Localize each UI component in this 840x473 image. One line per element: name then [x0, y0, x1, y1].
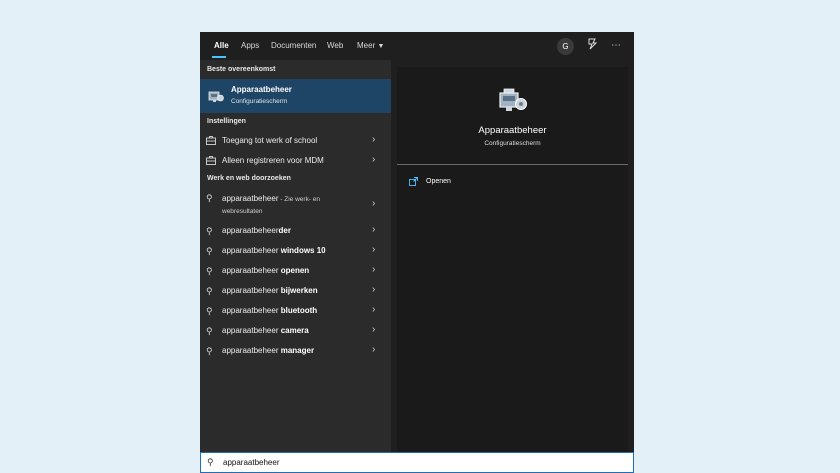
web-suggestion-label: apparaatbeheer openen [222, 266, 309, 275]
chevron-right-icon[interactable]: › [372, 225, 380, 235]
web-suggestion-label: apparaatbeheer bijwerken [222, 286, 318, 295]
suggestion-prefix: apparaatbeheer [222, 306, 281, 315]
results-list: Beste overeenkomst Apparaatbeheer Config… [200, 60, 391, 452]
active-tab-indicator [212, 56, 226, 58]
device-manager-icon [498, 87, 528, 118]
web-suggestion-item[interactable]: ⚲ apparaatbeheer bijwerken › [200, 281, 391, 301]
briefcase-icon [206, 156, 216, 166]
search-icon: ⚲ [206, 306, 213, 316]
web-suggestion-item[interactable]: ⚲ apparaatbeheer - Zie werk- en webresul… [200, 188, 391, 220]
settings-item-label: Alleen registreren voor MDM [222, 156, 324, 165]
suggestion-prefix: apparaatbeheer [222, 194, 279, 203]
web-suggestion-label: apparaatbeheer camera [222, 326, 309, 335]
chevron-right-icon[interactable]: › [372, 245, 380, 255]
tab-web[interactable]: Web [327, 41, 343, 50]
search-icon: ⚲ [206, 226, 213, 236]
suggestion-prefix: apparaatbeheer [222, 246, 281, 255]
user-avatar[interactable]: G [557, 38, 574, 55]
preview-divider [397, 164, 628, 165]
suggestion-prefix: apparaatbeheer [222, 226, 279, 235]
briefcase-icon [206, 136, 216, 146]
search-input[interactable] [223, 455, 623, 469]
web-suggestion-label: apparaatbeheer - Zie werk- en webresulta… [222, 193, 347, 217]
preview-pane: Apparaatbeheer Configuratiescherm Openen [397, 67, 628, 452]
chevron-down-icon: ▼ [377, 43, 385, 50]
suggestion-completion: camera [280, 326, 309, 335]
search-icon: ⚲ [207, 457, 214, 467]
web-suggestion-label: apparaatbeheer windows 10 [222, 246, 326, 255]
search-box[interactable]: ⚲ [200, 452, 634, 473]
web-suggestion-label: apparaatbeheerder [222, 226, 291, 235]
preview-title: Apparaatbeheer [478, 125, 547, 136]
settings-item-mdm[interactable]: Alleen registreren voor MDM › [200, 151, 391, 171]
settings-item-work-access[interactable]: Toegang tot werk of school › [200, 131, 391, 151]
search-icon: ⚲ [206, 246, 213, 256]
tab-all[interactable]: Alle [214, 41, 229, 50]
start-search-panel: Alle Apps Documenten Web Meer ▼ G ⋯ Best… [200, 32, 634, 473]
tab-documents[interactable]: Documenten [271, 41, 316, 50]
settings-item-label: Toegang tot werk of school [222, 136, 318, 145]
best-match-title: Apparaatbeheer [231, 85, 292, 94]
suggestion-completion: openen [280, 266, 310, 275]
web-suggestion-item[interactable]: ⚲ apparaatbeheer bluetooth › [200, 301, 391, 321]
feedback-icon[interactable] [585, 38, 601, 54]
web-suggestion-label: apparaatbeheer bluetooth [222, 306, 317, 315]
web-suggestion-label: apparaatbeheer manager [222, 346, 314, 355]
chevron-right-icon[interactable]: › [372, 325, 380, 335]
search-icon: ⚲ [206, 346, 213, 356]
web-suggestion-item[interactable]: ⚲ apparaatbeheer camera › [200, 321, 391, 341]
chevron-right-icon[interactable]: › [372, 305, 380, 315]
suggestion-completion: windows 10 [280, 246, 326, 255]
open-action-label: Openen [426, 178, 451, 185]
web-suggestion-item[interactable]: ⚲ apparaatbeheer openen › [200, 261, 391, 281]
open-window-icon [409, 177, 418, 186]
chevron-right-icon[interactable]: › [372, 135, 380, 145]
section-header-web: Werk en web doorzoeken [207, 175, 291, 182]
suggestion-completion: der [278, 226, 291, 235]
search-icon: ⚲ [206, 286, 213, 296]
suggestion-completion: manager [280, 346, 315, 355]
suggestion-prefix: apparaatbeheer [222, 286, 281, 295]
section-header-best-match: Beste overeenkomst [207, 66, 276, 73]
section-header-settings: Instellingen [207, 118, 246, 125]
suggestion-completion: bluetooth [280, 306, 318, 315]
chevron-right-icon[interactable]: › [372, 285, 380, 295]
best-match-subtitle: Configuratiescherm [231, 98, 288, 105]
web-suggestion-item[interactable]: ⚲ apparaatbeheer manager › [200, 341, 391, 361]
tab-more[interactable]: Meer ▼ [357, 41, 384, 50]
suggestion-prefix: apparaatbeheer [222, 326, 281, 335]
suggestion-prefix: apparaatbeheer [222, 346, 281, 355]
search-icon: ⚲ [206, 193, 213, 203]
more-options-icon[interactable]: ⋯ [608, 38, 624, 54]
device-manager-icon [208, 89, 224, 108]
chevron-right-icon[interactable]: › [372, 345, 380, 355]
tab-apps[interactable]: Apps [241, 41, 259, 50]
suggestion-completion: bijwerken [280, 286, 318, 295]
chevron-right-icon[interactable]: › [372, 199, 380, 209]
search-icon: ⚲ [206, 326, 213, 336]
web-suggestion-item[interactable]: ⚲ apparaatbeheer windows 10 › [200, 241, 391, 261]
search-icon: ⚲ [206, 266, 213, 276]
best-match-item[interactable]: Apparaatbeheer Configuratiescherm [200, 79, 391, 113]
filter-tabs-bar: Alle Apps Documenten Web Meer ▼ G ⋯ [200, 32, 634, 60]
preview-subtitle: Configuratiescherm [484, 140, 541, 147]
suggestion-prefix: apparaatbeheer [222, 266, 281, 275]
web-suggestion-item[interactable]: ⚲ apparaatbeheerder › [200, 221, 391, 241]
chevron-right-icon[interactable]: › [372, 265, 380, 275]
chevron-right-icon[interactable]: › [372, 155, 380, 165]
tab-more-label: Meer [357, 41, 376, 50]
